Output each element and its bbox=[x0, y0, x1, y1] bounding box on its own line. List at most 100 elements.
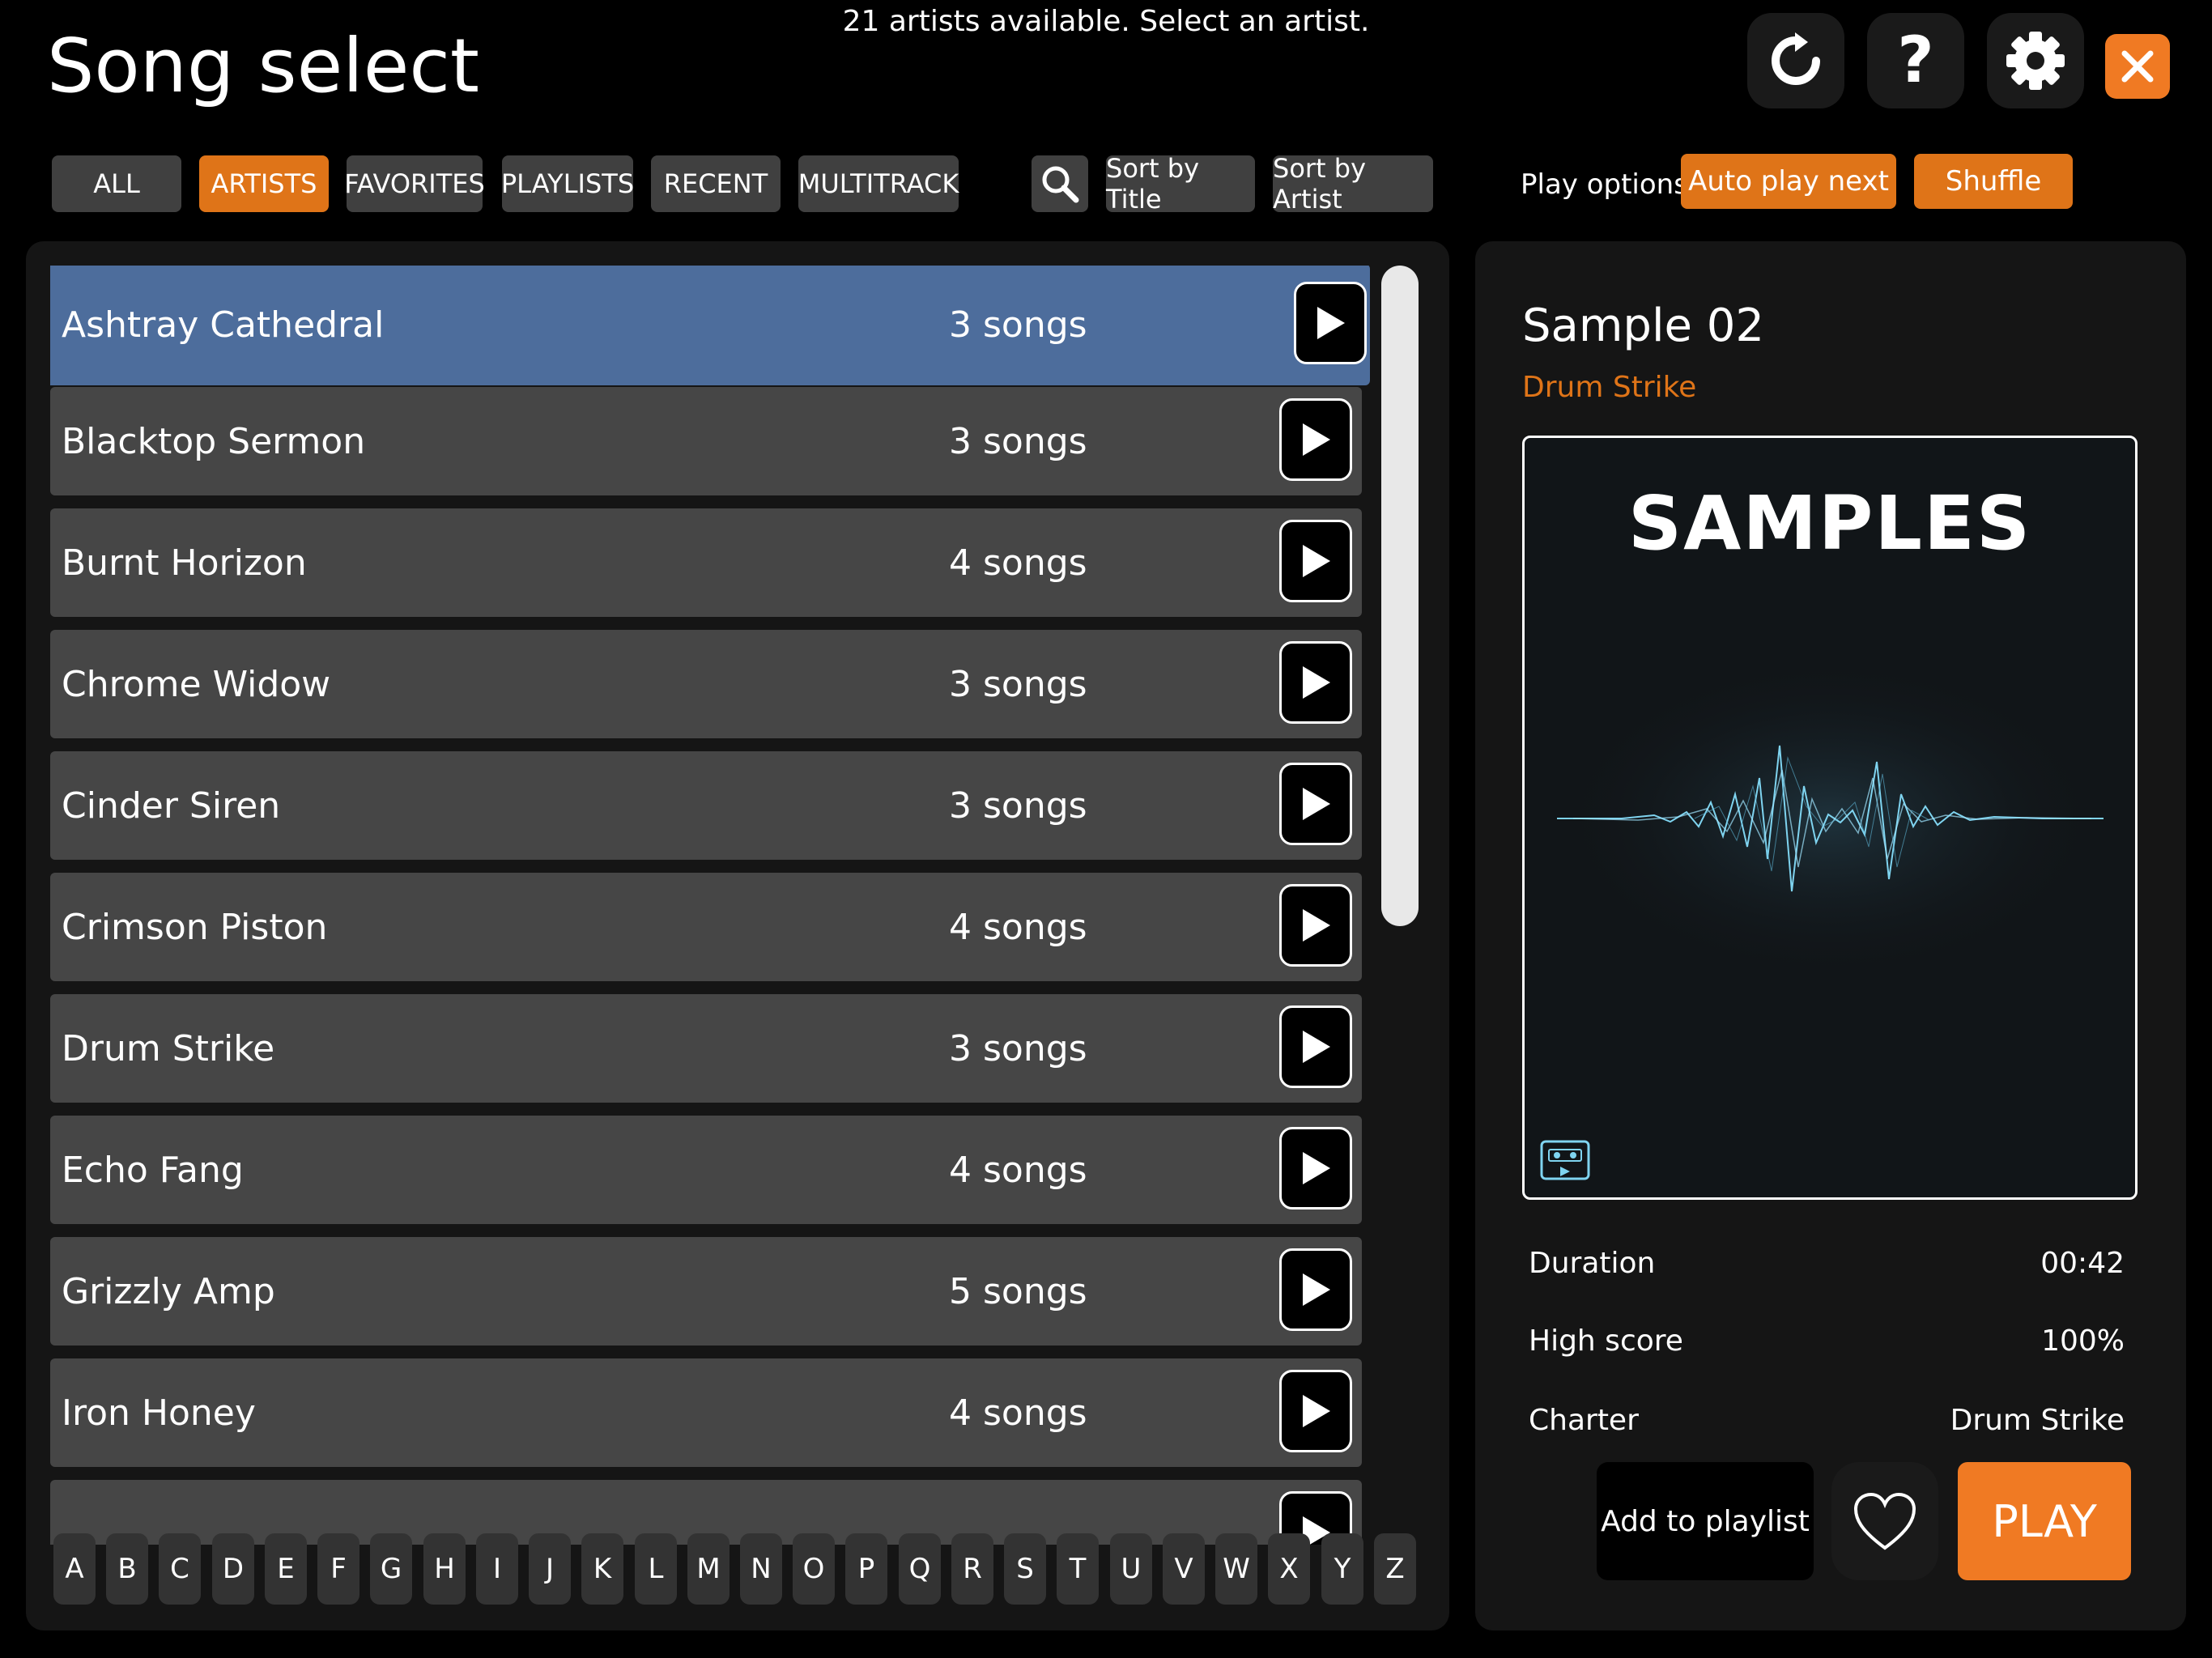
tab-all[interactable]: ALL bbox=[52, 155, 181, 212]
play-button[interactable]: PLAY bbox=[1958, 1462, 2131, 1580]
artist-row[interactable]: Chrome Widow 3 songs bbox=[50, 630, 1362, 738]
alphabet-letter-t[interactable]: T bbox=[1057, 1533, 1099, 1605]
artist-row[interactable]: Blacktop Sermon 3 songs bbox=[50, 387, 1362, 495]
alphabet-letter-f[interactable]: F bbox=[317, 1533, 359, 1605]
artist-row[interactable]: Iron Honey 4 songs bbox=[50, 1358, 1362, 1467]
favorite-button[interactable] bbox=[1831, 1462, 1938, 1580]
artist-play-button[interactable] bbox=[1279, 398, 1352, 481]
alphabet-letter-n[interactable]: N bbox=[740, 1533, 782, 1605]
artist-name: Cinder Siren bbox=[62, 784, 281, 827]
alphabet-letter-g[interactable]: G bbox=[370, 1533, 412, 1605]
charter-value: Drum Strike bbox=[1950, 1404, 2125, 1437]
tab-artists[interactable]: ARTISTS bbox=[199, 155, 329, 212]
artist-play-button[interactable] bbox=[1279, 520, 1352, 602]
artist-row[interactable]: Cinder Siren 3 songs bbox=[50, 751, 1362, 860]
sort-by-title-button[interactable]: Sort by Title bbox=[1106, 153, 1255, 215]
search-icon bbox=[1042, 166, 1079, 203]
play-icon bbox=[1303, 909, 1330, 942]
alphabet-letter-z[interactable]: Z bbox=[1374, 1533, 1416, 1605]
artist-play-button[interactable] bbox=[1279, 763, 1352, 845]
alphabet-letter-u[interactable]: U bbox=[1110, 1533, 1152, 1605]
play-icon bbox=[1303, 1395, 1330, 1427]
alphabet-letter-x[interactable]: X bbox=[1268, 1533, 1310, 1605]
artist-song-count: 4 songs bbox=[949, 1392, 1087, 1434]
high-score-label: High score bbox=[1529, 1324, 1683, 1358]
song-title: Sample 02 bbox=[1522, 300, 1765, 352]
artist-name: Iron Honey bbox=[62, 1392, 256, 1434]
high-score-value: 100% bbox=[2041, 1324, 2125, 1358]
alphabet-letter-p[interactable]: P bbox=[845, 1533, 887, 1605]
play-icon bbox=[1317, 307, 1345, 339]
sort-by-artist-button[interactable]: Sort by Artist bbox=[1273, 153, 1433, 215]
refresh-button[interactable] bbox=[1747, 13, 1844, 108]
help-button[interactable]: ? bbox=[1867, 13, 1964, 108]
artist-song-count: 5 songs bbox=[949, 1270, 1087, 1312]
artist-name: Blacktop Sermon bbox=[62, 420, 366, 462]
auto-play-next-button[interactable]: Auto play next bbox=[1681, 154, 1896, 209]
alphabet-letter-h[interactable]: H bbox=[423, 1533, 466, 1605]
settings-button[interactable] bbox=[1987, 13, 2084, 108]
alphabet-letter-s[interactable]: S bbox=[1004, 1533, 1046, 1605]
artist-play-button[interactable] bbox=[1279, 1005, 1352, 1088]
artist-song-count: 3 songs bbox=[949, 304, 1087, 346]
album-cover: SAMPLES bbox=[1522, 436, 2138, 1200]
heart-icon bbox=[1853, 1492, 1916, 1550]
artist-play-button[interactable] bbox=[1279, 1127, 1352, 1209]
alphabet-letter-j[interactable]: J bbox=[529, 1533, 571, 1605]
alphabet-letter-o[interactable]: O bbox=[793, 1533, 835, 1605]
artist-name: Crimson Piston bbox=[62, 906, 328, 948]
tab-playlists[interactable]: PLAYLISTS bbox=[501, 155, 634, 212]
alphabet-letter-y[interactable]: Y bbox=[1321, 1533, 1363, 1605]
artist-name: Ashtray Cathedral bbox=[62, 304, 385, 346]
artist-row[interactable]: Echo Fang 4 songs bbox=[50, 1116, 1362, 1224]
help-icon: ? bbox=[1897, 24, 1934, 97]
artist-name: Grizzly Amp bbox=[62, 1270, 275, 1312]
alphabet-letter-r[interactable]: R bbox=[951, 1533, 993, 1605]
artist-row[interactable]: Drum Strike 3 songs bbox=[50, 994, 1362, 1103]
play-icon bbox=[1303, 545, 1330, 577]
artist-play-button[interactable] bbox=[1279, 884, 1352, 967]
play-icon bbox=[1303, 423, 1330, 456]
artist-song-count: 4 songs bbox=[949, 906, 1087, 948]
artist-name: Chrome Widow bbox=[62, 663, 331, 705]
artist-row[interactable]: Grizzly Amp 5 songs bbox=[50, 1237, 1362, 1346]
alphabet-letter-c[interactable]: C bbox=[159, 1533, 201, 1605]
alphabet-letter-l[interactable]: L bbox=[635, 1533, 677, 1605]
search-button[interactable] bbox=[1032, 155, 1088, 212]
play-icon bbox=[1303, 1031, 1330, 1063]
alphabet-letter-a[interactable]: A bbox=[53, 1533, 96, 1605]
close-button[interactable] bbox=[2105, 34, 2170, 99]
gear-icon bbox=[2006, 32, 2065, 90]
list-scrollbar[interactable] bbox=[1381, 266, 1419, 926]
alphabet-letter-b[interactable]: B bbox=[106, 1533, 148, 1605]
duration-value: 00:42 bbox=[2040, 1247, 2125, 1280]
alphabet-letter-k[interactable]: K bbox=[581, 1533, 623, 1605]
alphabet-letter-q[interactable]: Q bbox=[899, 1533, 941, 1605]
tab-multitrack[interactable]: MULTITRACK bbox=[798, 155, 959, 212]
refresh-icon bbox=[1772, 32, 1820, 85]
shuffle-button[interactable]: Shuffle bbox=[1914, 154, 2073, 209]
artist-name: Echo Fang bbox=[62, 1149, 244, 1191]
artist-row[interactable]: Crimson Piston 4 songs bbox=[50, 873, 1362, 981]
tab-favorites[interactable]: FAVORITES bbox=[344, 155, 485, 212]
tab-recent[interactable]: RECENT bbox=[651, 155, 781, 212]
artist-song-count: 3 songs bbox=[949, 1027, 1087, 1069]
alphabet-letter-i[interactable]: I bbox=[476, 1533, 518, 1605]
artist-name: Burnt Horizon bbox=[62, 542, 307, 584]
artist-play-button[interactable] bbox=[1279, 641, 1352, 724]
artist-name: Drum Strike bbox=[62, 1027, 275, 1069]
artist-play-button[interactable] bbox=[1279, 1248, 1352, 1331]
alphabet-letter-e[interactable]: E bbox=[265, 1533, 307, 1605]
close-icon bbox=[2121, 50, 2154, 83]
add-to-playlist-button[interactable]: Add to playlist bbox=[1597, 1462, 1814, 1580]
artist-row[interactable]: Ashtray Cathedral 3 songs bbox=[50, 266, 1370, 385]
artist-song-count: 4 songs bbox=[949, 542, 1087, 584]
play-icon bbox=[1303, 788, 1330, 820]
artist-row[interactable]: Burnt Horizon 4 songs bbox=[50, 508, 1362, 617]
artist-play-button[interactable] bbox=[1294, 282, 1367, 364]
alphabet-letter-w[interactable]: W bbox=[1215, 1533, 1257, 1605]
alphabet-letter-v[interactable]: V bbox=[1163, 1533, 1205, 1605]
alphabet-letter-d[interactable]: D bbox=[212, 1533, 254, 1605]
alphabet-letter-m[interactable]: M bbox=[687, 1533, 730, 1605]
artist-play-button[interactable] bbox=[1279, 1370, 1352, 1452]
